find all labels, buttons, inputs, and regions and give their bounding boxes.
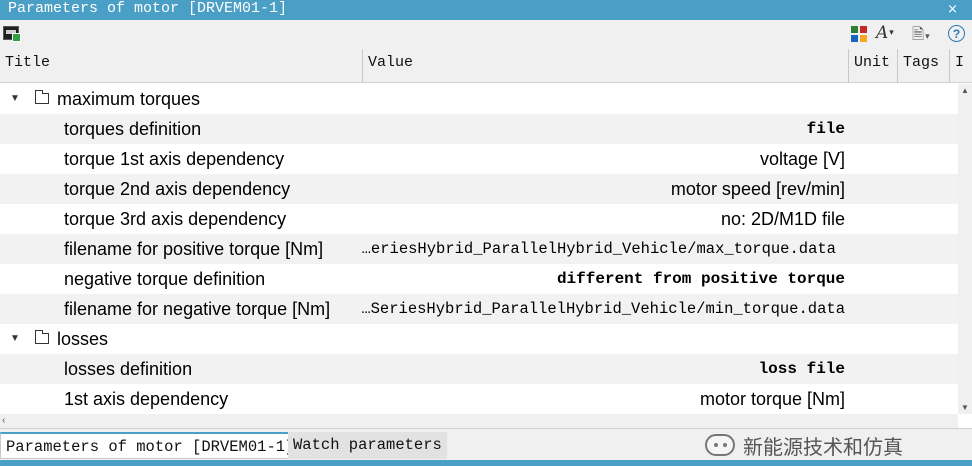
- close-icon[interactable]: ×: [947, 0, 958, 19]
- table-row[interactable]: torques definition file: [0, 114, 958, 144]
- status-accent-bar: [0, 460, 972, 466]
- table-row[interactable]: 1st axis dependency motor torque [Nm]: [0, 384, 958, 414]
- param-value[interactable]: different from positive torque: [557, 264, 845, 294]
- scroll-down-icon[interactable]: ▼: [959, 403, 971, 412]
- scroll-left-icon[interactable]: ‹: [2, 414, 5, 428]
- param-value[interactable]: voltage [V]: [760, 144, 845, 174]
- window-titlebar: Parameters of motor [DRVEM01-1] ×: [0, 0, 972, 20]
- column-header-tags[interactable]: Tags: [898, 49, 950, 83]
- param-value[interactable]: …eriesHybrid_ParallelHybrid_Vehicle/max_…: [362, 234, 836, 264]
- group-row-losses[interactable]: ▼ losses: [0, 324, 958, 354]
- expand-arrow-icon[interactable]: ▼: [10, 84, 20, 114]
- table-header: Title Value Unit Tags I: [0, 49, 972, 83]
- table-row[interactable]: filename for negative torque [Nm] …Serie…: [0, 294, 958, 324]
- document-settings-icon[interactable]: 🗎 ▾: [912, 24, 930, 49]
- watermark: 新能源技术和仿真: [705, 429, 903, 461]
- param-value[interactable]: motor torque [Nm]: [700, 384, 845, 414]
- parameter-tree: ▼ maximum torques torques definition fil…: [0, 84, 958, 414]
- table-row[interactable]: torque 3rd axis dependency no: 2D/M1D fi…: [0, 204, 958, 234]
- vertical-scrollbar[interactable]: ▲ ▼: [958, 84, 972, 414]
- folder-icon: [35, 330, 49, 344]
- horizontal-scrollbar[interactable]: ‹: [0, 414, 958, 428]
- group-label: maximum torques: [57, 89, 201, 109]
- wechat-icon: [705, 434, 735, 456]
- param-title: filename for positive torque [Nm]: [64, 239, 324, 259]
- table-row[interactable]: negative torque definition different fro…: [0, 264, 958, 294]
- watermark-text: 新能源技术和仿真: [743, 436, 903, 459]
- tab-parameters-of-motor[interactable]: Parameters of motor [DRVEM01-1]: [0, 432, 301, 459]
- help-icon[interactable]: ?: [948, 25, 965, 42]
- table-row[interactable]: losses definition loss file: [0, 354, 958, 384]
- param-title: torques definition: [64, 119, 202, 139]
- param-value[interactable]: loss file: [759, 354, 845, 384]
- motor-add-icon[interactable]: [3, 26, 21, 42]
- tab-watch-parameters[interactable]: Watch parameters: [288, 432, 447, 459]
- param-value[interactable]: file: [807, 114, 845, 144]
- column-header-title[interactable]: Title: [0, 49, 363, 83]
- param-value[interactable]: …SeriesHybrid_ParallelHybrid_Vehicle/min…: [361, 294, 845, 324]
- param-title: filename for negative torque [Nm]: [64, 299, 331, 319]
- font-icon[interactable]: A ▾: [876, 23, 894, 43]
- table-row[interactable]: torque 1st axis dependency voltage [V]: [0, 144, 958, 174]
- param-value[interactable]: motor speed [rev/min]: [671, 174, 845, 204]
- toolbar: A ▾ 🗎 ▾ ?: [0, 20, 972, 49]
- param-title: torque 3rd axis dependency: [64, 209, 287, 229]
- table-row[interactable]: torque 2nd axis dependency motor speed […: [0, 174, 958, 204]
- column-header-value[interactable]: Value: [363, 49, 849, 83]
- bottom-tab-bar: Parameters of motor [DRVEM01-1] Watch pa…: [0, 428, 972, 460]
- param-title: losses definition: [64, 359, 193, 379]
- param-title: torque 1st axis dependency: [64, 149, 285, 169]
- group-row-maximum-torques[interactable]: ▼ maximum torques: [0, 84, 958, 114]
- layout-grid-icon[interactable]: [851, 26, 867, 42]
- param-title: negative torque definition: [64, 269, 266, 289]
- scroll-up-icon[interactable]: ▲: [959, 86, 971, 95]
- folder-icon: [35, 90, 49, 104]
- param-value[interactable]: no: 2D/M1D file: [721, 204, 845, 234]
- column-header-unit[interactable]: Unit: [849, 49, 898, 83]
- param-title: 1st axis dependency: [64, 389, 229, 409]
- param-title: torque 2nd axis dependency: [64, 179, 291, 199]
- expand-arrow-icon[interactable]: ▼: [10, 324, 20, 354]
- table-row[interactable]: filename for positive torque [Nm] …eries…: [0, 234, 958, 264]
- group-label: losses: [57, 329, 109, 349]
- window-title: Parameters of motor [DRVEM01-1]: [8, 0, 288, 17]
- column-header-extra[interactable]: I: [950, 49, 972, 83]
